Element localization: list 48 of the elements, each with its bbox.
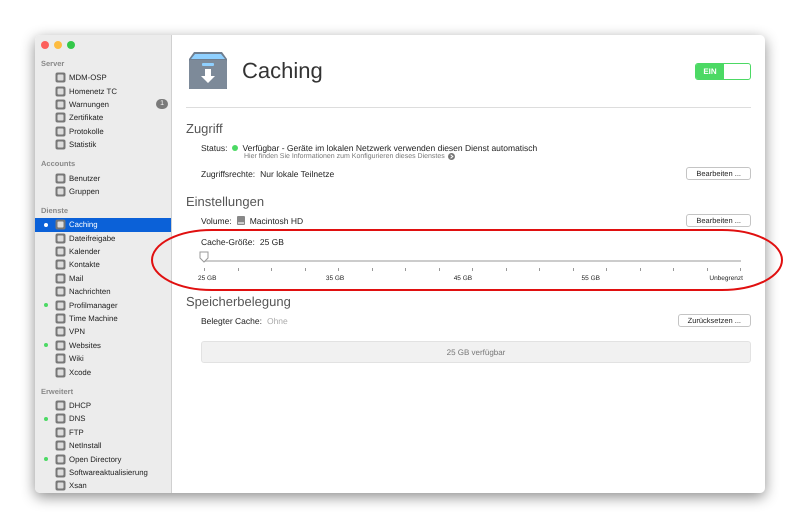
section-title: Speicherbelegung (186, 294, 292, 309)
field-value: Macintosh HD (250, 216, 304, 226)
field-label: Status: (201, 142, 228, 152)
page-title: Caching (242, 58, 324, 84)
service-icon (55, 86, 66, 97)
close-button[interactable] (41, 41, 49, 49)
field-label: Volume: (201, 216, 232, 226)
service-icon (55, 466, 66, 478)
service-icon (55, 353, 66, 364)
service-icon (55, 186, 66, 197)
storage-bar: 25 GB verfügbar (201, 341, 751, 363)
section-title: Zugriff (186, 121, 224, 136)
slider-thumb[interactable] (199, 251, 209, 263)
service-icon (55, 246, 66, 258)
service-icon (55, 454, 66, 465)
service-icon (55, 300, 66, 311)
service-icon (55, 326, 66, 338)
field-label: Belegter Cache: (201, 316, 262, 326)
service-icon (55, 272, 66, 284)
service-icon (55, 426, 66, 438)
service-icon (55, 219, 66, 230)
arrow-circle-icon[interactable] (448, 153, 455, 160)
service-icon (55, 400, 66, 411)
service-icon (55, 139, 66, 150)
service-icon (55, 72, 66, 84)
field-label: Zugriffsrechte: (201, 168, 256, 178)
service-icon (55, 172, 66, 184)
status-text: Verfügbar - Geräte im lokalen Netzwerk verwenden diesen Dienst automatisch (242, 142, 538, 152)
zoom-button[interactable] (67, 41, 75, 49)
service-icon (55, 366, 66, 378)
box-download-icon (186, 51, 230, 91)
field-value: Nur lokale Teilnetze (260, 168, 334, 178)
service-icon (55, 286, 66, 298)
service-icon (55, 313, 66, 324)
service-icon (55, 112, 66, 124)
service-icon (55, 440, 66, 452)
minimize-button[interactable] (54, 41, 62, 49)
field-value: 25 GB (260, 236, 284, 246)
service-icon (55, 413, 66, 424)
service-icon (55, 126, 66, 137)
service-icon (55, 259, 66, 270)
service-icon (55, 232, 66, 244)
service-icon (55, 98, 66, 110)
section-title: Einstellungen (186, 194, 266, 209)
service-icon (55, 340, 66, 351)
field-label: Cache-Größe: (201, 236, 255, 246)
field-value: Ohne (266, 316, 288, 326)
service-icon (55, 480, 66, 492)
